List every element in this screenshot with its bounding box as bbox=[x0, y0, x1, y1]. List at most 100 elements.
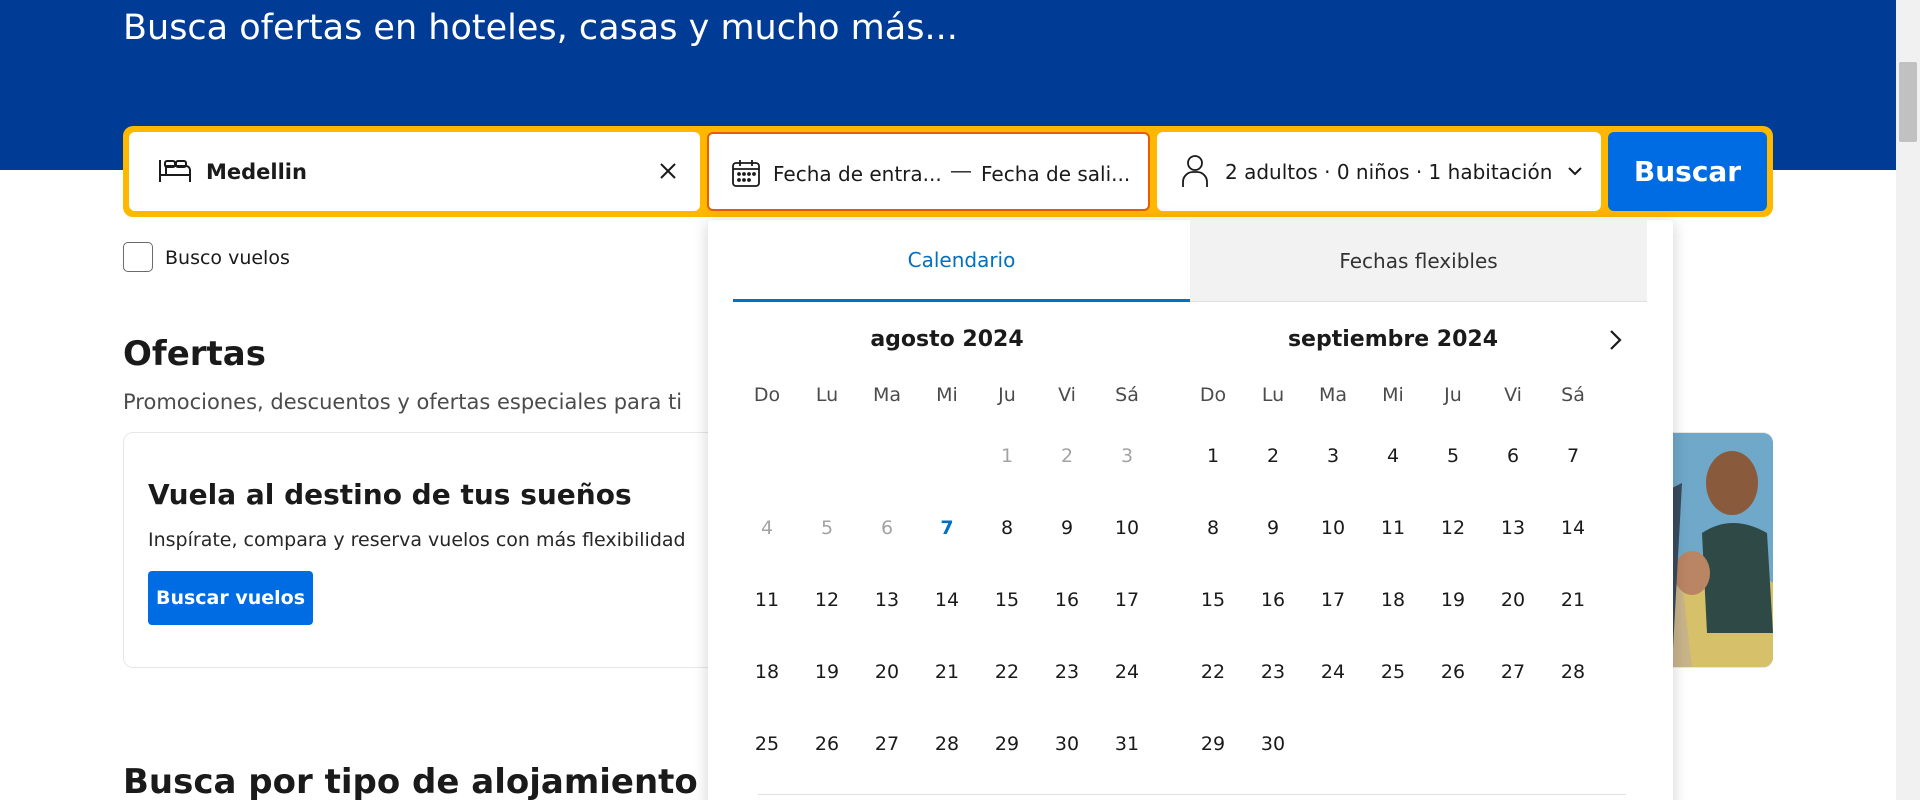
calendar-day[interactable]: 16 bbox=[1037, 564, 1097, 636]
weekday-header: Do Lu Ma Mi Ju Vi Sá bbox=[1183, 375, 1603, 415]
calendar-day[interactable]: 3 bbox=[1303, 420, 1363, 492]
date-picker-tabs: Calendario Fechas flexibles bbox=[733, 220, 1648, 302]
calendar-day[interactable]: 30 bbox=[1037, 708, 1097, 780]
calendar-day[interactable]: 25 bbox=[737, 708, 797, 780]
chevron-down-icon[interactable] bbox=[1565, 161, 1585, 181]
calendar-day[interactable]: 19 bbox=[1423, 564, 1483, 636]
calendar-day[interactable]: 31 bbox=[1097, 708, 1157, 780]
tab-calendar[interactable]: Calendario bbox=[733, 220, 1190, 302]
calendar-day[interactable]: 14 bbox=[1543, 492, 1603, 564]
search-flights-button[interactable]: Buscar vuelos bbox=[148, 571, 313, 625]
destination-field[interactable]: Medellin bbox=[129, 132, 700, 211]
weekday-label: Mi bbox=[936, 384, 958, 406]
calendar-day[interactable]: 24 bbox=[1097, 636, 1157, 708]
offer-card-text: Inspírate, compara y reserva vuelos con … bbox=[148, 529, 686, 551]
month-september: septiembre 2024 Do Lu Ma Mi Ju Vi Sá 123456789… bbox=[1183, 320, 1603, 780]
calendar-day[interactable]: 22 bbox=[1183, 636, 1243, 708]
flights-checkbox-label[interactable]: Busco vuelos bbox=[165, 247, 290, 269]
person-icon bbox=[1181, 154, 1209, 188]
calendar-day[interactable]: 28 bbox=[917, 708, 977, 780]
calendar-day[interactable]: 20 bbox=[1483, 564, 1543, 636]
weekday-label: Ma bbox=[1318, 384, 1348, 406]
calendar-day[interactable]: 24 bbox=[1303, 636, 1363, 708]
calendar-day[interactable]: 25 bbox=[1363, 636, 1423, 708]
calendar-day: 1 bbox=[1000, 445, 1014, 467]
month-august: agosto 2024 Do Lu Ma Mi Ju Vi Sá 1 2 3 4 5 6 7 8 9 10 11… bbox=[737, 320, 1157, 780]
offer-card-image bbox=[1662, 433, 1773, 667]
calendar-day[interactable]: 16 bbox=[1243, 564, 1303, 636]
calendar-day[interactable]: 9 bbox=[1243, 492, 1303, 564]
calendar-day[interactable]: 22 bbox=[977, 636, 1037, 708]
calendar-day[interactable]: 13 bbox=[857, 564, 917, 636]
calendar-day[interactable]: 27 bbox=[1483, 636, 1543, 708]
weekday-label: Lu bbox=[815, 384, 839, 406]
calendar-day[interactable]: 6 bbox=[1483, 420, 1543, 492]
calendar-day: 3 bbox=[1120, 445, 1134, 467]
calendar-day[interactable]: 8 bbox=[977, 492, 1037, 564]
calendar-day[interactable]: 2 bbox=[1243, 420, 1303, 492]
calendar-day[interactable]: 7 bbox=[1543, 420, 1603, 492]
weekday-label: Do bbox=[1199, 384, 1227, 406]
accommodation-type-title: Busca por tipo de alojamiento bbox=[123, 762, 698, 800]
checkout-placeholder[interactable]: Fecha de sali... bbox=[981, 162, 1130, 186]
calendar-day[interactable]: 29 bbox=[977, 708, 1037, 780]
calendar-day[interactable]: 27 bbox=[857, 708, 917, 780]
tab-flexible-dates[interactable]: Fechas flexibles bbox=[1190, 220, 1647, 302]
search-button[interactable]: Buscar bbox=[1608, 132, 1767, 211]
calendar-day[interactable]: 30 bbox=[1243, 708, 1303, 780]
calendar-day[interactable]: 15 bbox=[1183, 564, 1243, 636]
search-bar: Medellin Fecha de entra... — Fecha de sa… bbox=[123, 126, 1773, 217]
calendar-day[interactable]: 29 bbox=[1183, 708, 1243, 780]
guests-value: 2 adultos · 0 niños · 1 habitación bbox=[1225, 160, 1553, 184]
chevron-right-icon[interactable] bbox=[1601, 326, 1629, 354]
destination-value: Medellin bbox=[206, 160, 307, 184]
weekday-label: Vi bbox=[1504, 384, 1522, 406]
calendar-day[interactable]: 4 bbox=[1363, 420, 1423, 492]
calendar-day[interactable]: 28 bbox=[1543, 636, 1603, 708]
calendar-day[interactable]: 1 bbox=[1183, 420, 1243, 492]
calendar-day[interactable]: 12 bbox=[797, 564, 857, 636]
calendar-day[interactable]: 8 bbox=[1183, 492, 1243, 564]
calendar-icon bbox=[731, 158, 761, 188]
calendar-day[interactable]: 20 bbox=[857, 636, 917, 708]
calendar-day[interactable]: 12 bbox=[1423, 492, 1483, 564]
calendar-day[interactable]: 10 bbox=[1097, 492, 1157, 564]
calendar-day[interactable]: 15 bbox=[977, 564, 1037, 636]
calendar-day: 2 bbox=[1060, 445, 1074, 467]
calendar-day[interactable]: 19 bbox=[797, 636, 857, 708]
weekday-label: Ma bbox=[872, 384, 902, 406]
calendar-day[interactable]: 18 bbox=[737, 636, 797, 708]
month-title: agosto 2024 bbox=[870, 327, 1024, 352]
calendar-day[interactable]: 10 bbox=[1303, 492, 1363, 564]
calendar-day[interactable]: 21 bbox=[917, 636, 977, 708]
scrollbar-thumb[interactable] bbox=[1899, 62, 1917, 142]
offers-title: Ofertas bbox=[123, 334, 266, 374]
calendar-day[interactable]: 23 bbox=[1243, 636, 1303, 708]
calendar-day[interactable]: 5 bbox=[1423, 420, 1483, 492]
weekday-label: Sá bbox=[1561, 384, 1585, 406]
calendar-day[interactable]: 18 bbox=[1363, 564, 1423, 636]
calendar-day[interactable]: 11 bbox=[737, 564, 797, 636]
calendar-day[interactable]: 26 bbox=[797, 708, 857, 780]
offer-card-title: Vuela al destino de tus sueños bbox=[148, 478, 632, 511]
close-icon[interactable] bbox=[656, 159, 680, 183]
calendar-day[interactable]: 17 bbox=[1303, 564, 1363, 636]
month-title: septiembre 2024 bbox=[1287, 327, 1499, 352]
weekday-label: Do bbox=[753, 384, 781, 406]
calendar-day[interactable]: 13 bbox=[1483, 492, 1543, 564]
calendar-day[interactable]: 14 bbox=[917, 564, 977, 636]
checkin-placeholder[interactable]: Fecha de entra... bbox=[773, 162, 942, 186]
calendar-day[interactable]: 26 bbox=[1423, 636, 1483, 708]
dates-field[interactable]: Fecha de entra... — Fecha de sali... bbox=[707, 132, 1150, 211]
calendar-day[interactable]: 17 bbox=[1097, 564, 1157, 636]
calendar-day[interactable]: 11 bbox=[1363, 492, 1423, 564]
day-grid: 1 2 3 4 5 6 7 8 9 10 11 12 13 14 15 16 17 18 19 20 21 22 23 24 2… bbox=[737, 420, 1157, 780]
flights-checkbox[interactable] bbox=[123, 242, 153, 272]
calendar-day[interactable]: 7 bbox=[917, 492, 977, 564]
guests-field[interactable]: 2 adultos · 0 niños · 1 habitación bbox=[1157, 132, 1601, 211]
calendar-day: 4 bbox=[760, 517, 774, 539]
weekday-label: Sá bbox=[1115, 384, 1139, 406]
calendar-day[interactable]: 21 bbox=[1543, 564, 1603, 636]
calendar-day[interactable]: 9 bbox=[1037, 492, 1097, 564]
calendar-day[interactable]: 23 bbox=[1037, 636, 1097, 708]
